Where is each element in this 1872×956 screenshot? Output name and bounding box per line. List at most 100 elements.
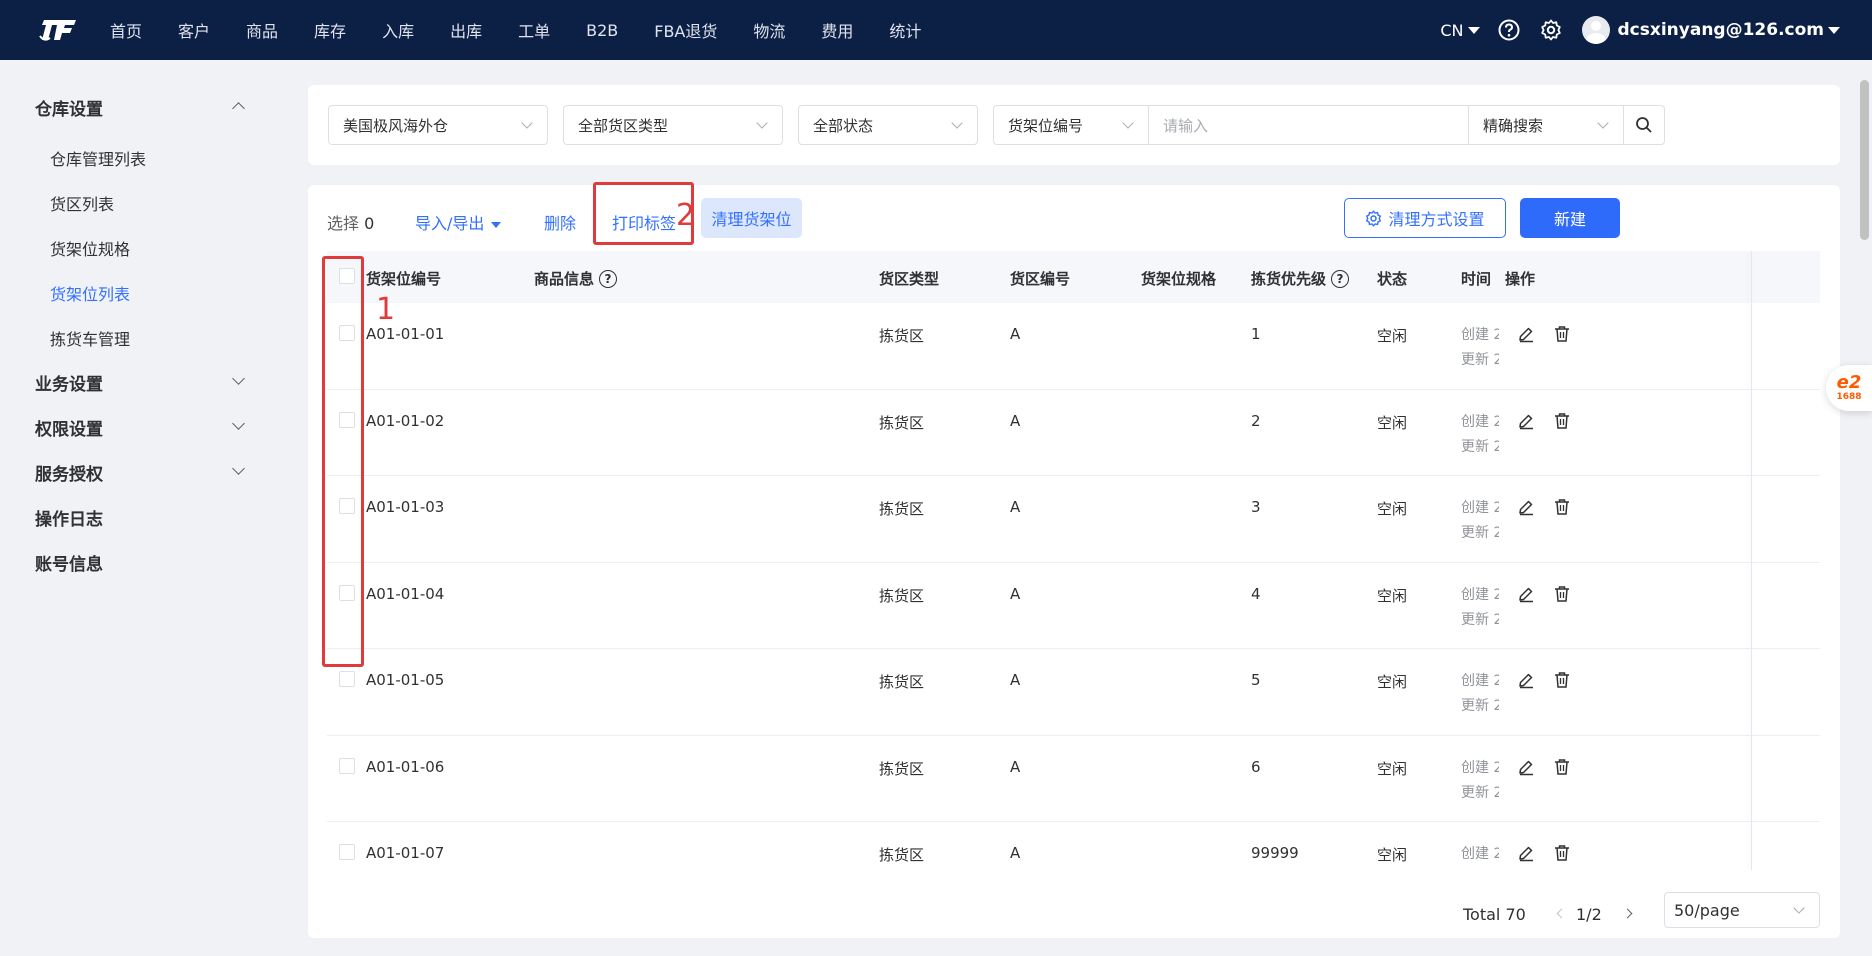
- trash-icon[interactable]: [1553, 844, 1571, 862]
- brand-logo-icon[interactable]: [38, 15, 78, 45]
- new-button[interactable]: 新建: [1520, 198, 1620, 238]
- avatar[interactable]: [1581, 16, 1610, 44]
- sidebar-group-permission[interactable]: 权限设置: [35, 415, 103, 440]
- sidebar-item-warehouse-list[interactable]: 仓库管理列表: [50, 146, 146, 170]
- header-ops: 操作: [1505, 270, 1536, 288]
- chevron-up-icon[interactable]: [232, 102, 245, 115]
- question-icon[interactable]: ?: [1331, 269, 1350, 288]
- trash-icon[interactable]: [1553, 758, 1571, 776]
- area-type-select[interactable]: 全部货区类型: [563, 105, 783, 145]
- cell-area-no: A: [1010, 411, 1021, 430]
- nav-item-logistics[interactable]: 物流: [753, 18, 785, 42]
- edit-icon[interactable]: [1517, 671, 1535, 689]
- trash-icon[interactable]: [1553, 671, 1571, 689]
- nav-item-products[interactable]: 商品: [246, 18, 278, 42]
- question-icon[interactable]: ?: [599, 269, 618, 288]
- user-email[interactable]: dcsxinyang@126.com: [1618, 20, 1825, 40]
- selected-number: 0: [364, 214, 375, 233]
- clear-settings-button[interactable]: 清理方式设置: [1344, 198, 1506, 238]
- created-time: 创建 2: [1461, 413, 1499, 430]
- row-actions: [1517, 585, 1589, 603]
- created-time: 创建 2: [1461, 759, 1499, 776]
- page-size-value: 50/page: [1674, 900, 1740, 920]
- trash-icon[interactable]: [1553, 412, 1571, 430]
- language-switcher[interactable]: CN: [1440, 20, 1480, 40]
- chevron-down-icon[interactable]: [232, 417, 245, 430]
- warehouse-select[interactable]: 美国极风海外仓: [328, 105, 548, 145]
- row-checkbox[interactable]: [339, 671, 355, 687]
- sidebar-item-area-list[interactable]: 货区列表: [50, 191, 114, 215]
- edit-icon[interactable]: [1517, 498, 1535, 516]
- nav-item-inbound[interactable]: 入库: [382, 18, 414, 42]
- table-row[interactable]: A01-01-07 拣货区 A 99999 空闲 创建 2更新 2: [327, 822, 1820, 870]
- nav-item-home[interactable]: 首页: [110, 18, 142, 42]
- edit-icon[interactable]: [1517, 325, 1535, 343]
- sidebar-item-shelf-list[interactable]: 货架位列表: [50, 281, 130, 305]
- cell-area-type: 拣货区: [879, 846, 925, 864]
- row-checkbox[interactable]: [339, 757, 355, 774]
- delete-button[interactable]: 删除: [544, 210, 576, 234]
- cell-time: 创建 2 更新 2: [1461, 323, 1499, 373]
- caret-down-icon[interactable]: [1828, 26, 1840, 34]
- table-row[interactable]: A01-01-06 拣货区 A 6 空闲 创建 2 更新 2: [327, 736, 1820, 822]
- trash-icon[interactable]: [1553, 325, 1571, 343]
- nav-item-inventory[interactable]: 库存: [314, 18, 346, 42]
- sidebar-group-business[interactable]: 业务设置: [35, 370, 103, 395]
- row-actions: [1517, 325, 1589, 343]
- table-row[interactable]: A01-01-04 拣货区 A 4 空闲 创建 2 更新 2: [327, 563, 1820, 649]
- nav-item-stats[interactable]: 统计: [889, 18, 921, 42]
- trash-icon[interactable]: [1553, 498, 1571, 516]
- sidebar-group-service[interactable]: 服务授权: [35, 460, 103, 485]
- chevron-down-icon[interactable]: [232, 462, 245, 475]
- search-field-select-value: 货架位编号: [1008, 116, 1084, 135]
- sidebar-group-warehouse[interactable]: 仓库设置: [35, 95, 103, 120]
- language-label: CN: [1440, 20, 1464, 40]
- table-row[interactable]: A01-01-03 拣货区 A 3 空闲 创建 2 更新 2: [327, 476, 1820, 563]
- help-icon[interactable]: [1498, 19, 1520, 41]
- page-size-select[interactable]: 50/page: [1664, 892, 1820, 928]
- status-select[interactable]: 全部状态: [798, 105, 978, 145]
- nav-item-outbound[interactable]: 出库: [450, 18, 482, 42]
- table-row[interactable]: A01-01-02 拣货区 A 2 空闲 创建 2 更新 2: [327, 390, 1820, 476]
- sidebar-group-account[interactable]: 账号信息: [35, 550, 103, 575]
- nav-item-customers[interactable]: 客户: [178, 18, 210, 42]
- caret-down-icon: [1467, 26, 1480, 34]
- search-button[interactable]: [1623, 105, 1665, 145]
- trash-icon[interactable]: [1553, 585, 1571, 603]
- clear-shelf-button[interactable]: 清理货架位: [701, 198, 802, 238]
- nav-item-b2b[interactable]: B2B: [586, 21, 618, 40]
- top-navbar: 首页 客户 商品 库存 入库 出库 工单 B2B FBA退货 物流 费用 统计 …: [0, 0, 1872, 60]
- edit-icon[interactable]: [1517, 412, 1535, 430]
- header-pick-priority: 拣货优先级?: [1251, 268, 1350, 289]
- nav-item-fba-returns[interactable]: FBA退货: [654, 18, 717, 42]
- alibaba-1688-widget-icon[interactable]: e2 1688: [1826, 365, 1872, 411]
- header-status: 状态: [1377, 270, 1408, 288]
- edit-icon[interactable]: [1517, 844, 1535, 862]
- nav-item-workorders[interactable]: 工单: [518, 18, 550, 42]
- cell-status: 空闲: [1377, 500, 1408, 518]
- search-input[interactable]: 请输入: [1149, 105, 1469, 145]
- chevron-down-icon[interactable]: [232, 372, 245, 385]
- table-row[interactable]: A01-01-01 拣货区 A 1 空闲 创建 2 更新 2: [327, 303, 1820, 390]
- updated-time: 更新 2: [1461, 438, 1499, 455]
- edit-icon[interactable]: [1517, 585, 1535, 603]
- edit-icon[interactable]: [1517, 758, 1535, 776]
- updated-time: 更新 2: [1461, 525, 1499, 541]
- search-field-select[interactable]: 货架位编号: [993, 105, 1149, 145]
- chevron-right-icon[interactable]: [1622, 908, 1633, 919]
- row-checkbox[interactable]: [339, 844, 355, 860]
- import-export-dropdown[interactable]: 导入/导出: [415, 210, 502, 234]
- table-row[interactable]: A01-01-05 拣货区 A 5 空闲 创建 2 更新 2: [327, 649, 1820, 736]
- annotation-box-checkboxes: [322, 256, 364, 667]
- gear-icon[interactable]: [1540, 19, 1562, 41]
- page-scrollbar[interactable]: [1860, 80, 1869, 240]
- cell-pick-priority: 2: [1251, 411, 1261, 430]
- updated-time: 更新 2: [1461, 784, 1499, 801]
- nav-item-fees[interactable]: 费用: [821, 18, 853, 42]
- sidebar-item-shelf-spec[interactable]: 货架位规格: [50, 236, 130, 260]
- sidebar-group-log[interactable]: 操作日志: [35, 505, 103, 530]
- cell-status: 空闲: [1377, 327, 1408, 345]
- chevron-left-icon[interactable]: [1556, 908, 1567, 919]
- sidebar-item-pick-cart[interactable]: 拣货车管理: [50, 326, 130, 350]
- search-mode-select[interactable]: 精确搜索: [1468, 105, 1624, 145]
